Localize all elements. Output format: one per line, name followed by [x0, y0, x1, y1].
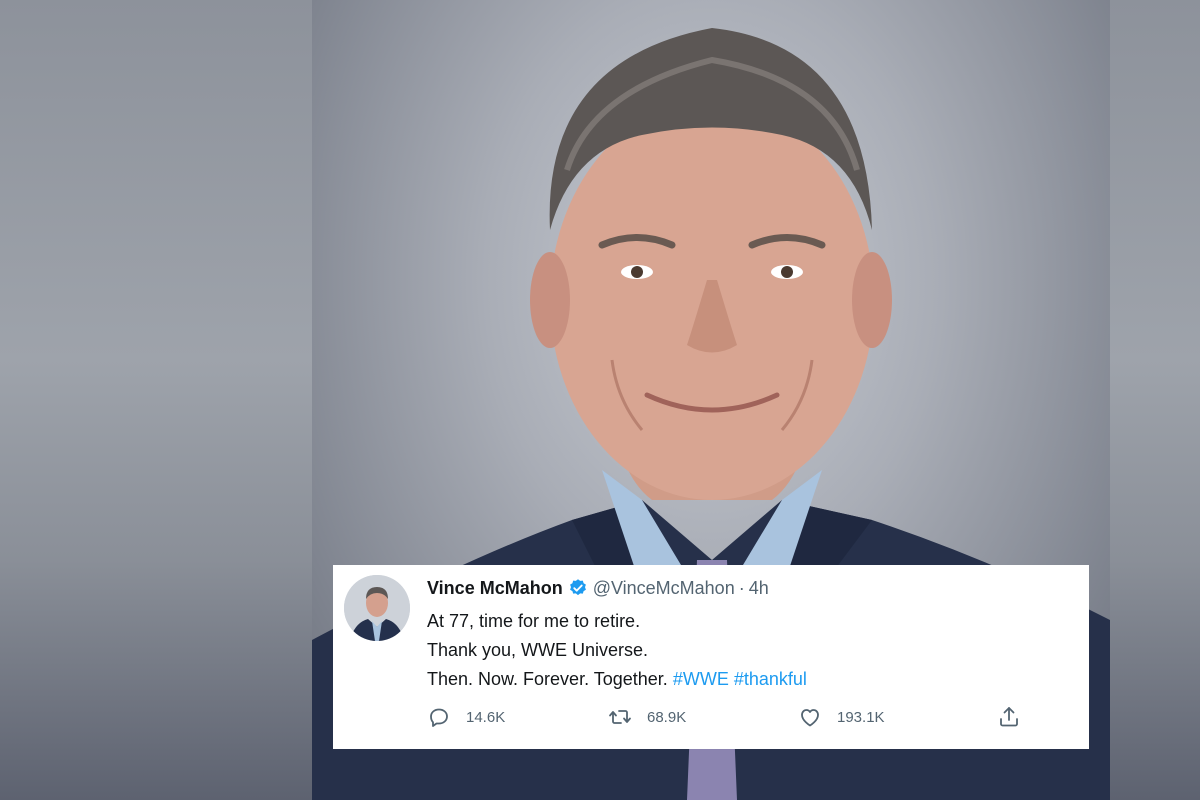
blurred-background-left — [0, 0, 312, 800]
tweet-actions: 14.6K 68.9K 193.1K — [427, 705, 1067, 735]
share-icon — [1000, 707, 1018, 727]
like-icon — [801, 709, 819, 727]
retweet-count: 68.9K — [647, 708, 687, 726]
like-count: 193.1K — [837, 708, 885, 726]
tweet-text: At 77, time for me to retire. Thank you,… — [427, 607, 807, 694]
reply-button[interactable]: 14.6K — [427, 705, 505, 729]
tweet-line-3-text: Then. Now. Forever. Together. — [427, 669, 668, 689]
like-button[interactable]: 193.1K — [798, 705, 885, 729]
tweet-line-2: Thank you, WWE Universe. — [427, 640, 649, 660]
reply-count: 14.6K — [466, 708, 506, 726]
share-button[interactable] — [997, 705, 1036, 729]
hashtag-thankful[interactable]: #thankful — [734, 669, 807, 689]
tweet-card[interactable]: Vince McMahon @VinceMcMahon · 4h At 77, … — [333, 565, 1089, 749]
verified-badge-icon — [568, 578, 588, 598]
avatar[interactable] — [344, 575, 410, 641]
retweet-icon — [609, 710, 631, 724]
retweet-button[interactable]: 68.9K — [608, 705, 686, 729]
tweet-line-3: Then. Now. Forever. Together. #WWE #than… — [427, 665, 807, 694]
display-name[interactable]: Vince McMahon — [427, 578, 563, 599]
hashtag-wwe[interactable]: #WWE — [673, 669, 729, 689]
user-handle[interactable]: @VinceMcMahon — [593, 578, 735, 599]
tweet-line-1: At 77, time for me to retire. — [427, 611, 641, 631]
reply-icon — [430, 708, 448, 727]
tweet-header: Vince McMahon @VinceMcMahon · 4h — [427, 577, 769, 599]
tweet-timestamp[interactable]: 4h — [749, 578, 769, 599]
blurred-background-right — [1110, 0, 1200, 800]
separator-dot: · — [738, 577, 745, 598]
